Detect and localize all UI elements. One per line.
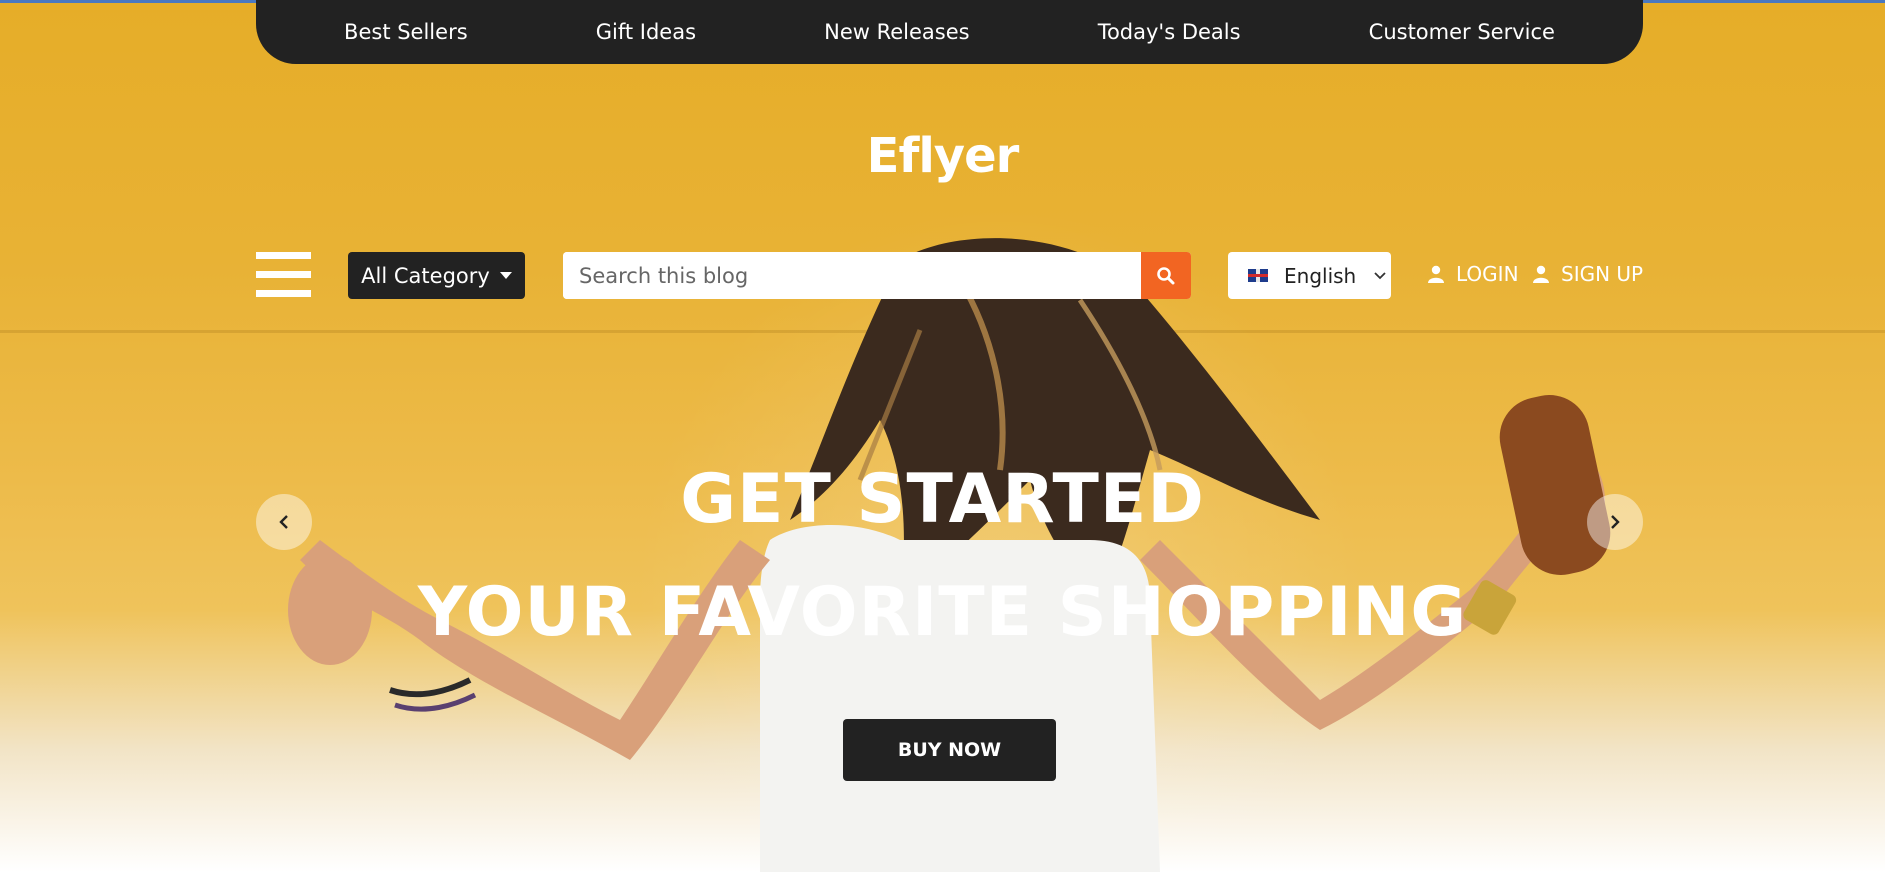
language-label: English (1284, 263, 1357, 288)
hero-title-line2: YOUR FAVORITE SHOPPING (417, 573, 1468, 652)
all-category-dropdown[interactable]: All Category (348, 252, 525, 299)
hero-banner: Best Sellers Gift Ideas New Releases Tod… (0, 0, 1885, 872)
language-selector[interactable]: English (1228, 252, 1391, 299)
category-label: All Category (361, 263, 490, 288)
signup-link[interactable]: SIGN UP (1533, 262, 1643, 286)
search-icon (1157, 266, 1175, 284)
hamburger-icon[interactable] (256, 252, 311, 298)
uk-flag-icon (1248, 269, 1268, 282)
hero-title-line1: GET STARTED (680, 460, 1205, 539)
nav-best-sellers[interactable]: Best Sellers (344, 20, 468, 44)
nav-gift-ideas[interactable]: Gift Ideas (596, 20, 696, 44)
login-link[interactable]: LOGIN (1428, 262, 1519, 286)
search-button[interactable] (1141, 252, 1191, 299)
signup-label: SIGN UP (1561, 262, 1644, 286)
chevron-down-icon (1374, 271, 1386, 279)
user-icon (1428, 265, 1444, 283)
nav-new-releases[interactable]: New Releases (824, 20, 969, 44)
top-navigation: Best Sellers Gift Ideas New Releases Tod… (256, 0, 1643, 64)
login-label: LOGIN (1456, 262, 1519, 286)
site-logo[interactable]: Eflyer (0, 128, 1885, 184)
buy-now-button[interactable]: BUY NOW (843, 719, 1056, 781)
caret-down-icon (499, 272, 512, 279)
user-icon (1533, 265, 1549, 283)
search-bar (563, 252, 1191, 299)
nav-customer-service[interactable]: Customer Service (1369, 20, 1555, 44)
search-input[interactable] (563, 252, 1141, 299)
nav-todays-deals[interactable]: Today's Deals (1098, 20, 1241, 44)
